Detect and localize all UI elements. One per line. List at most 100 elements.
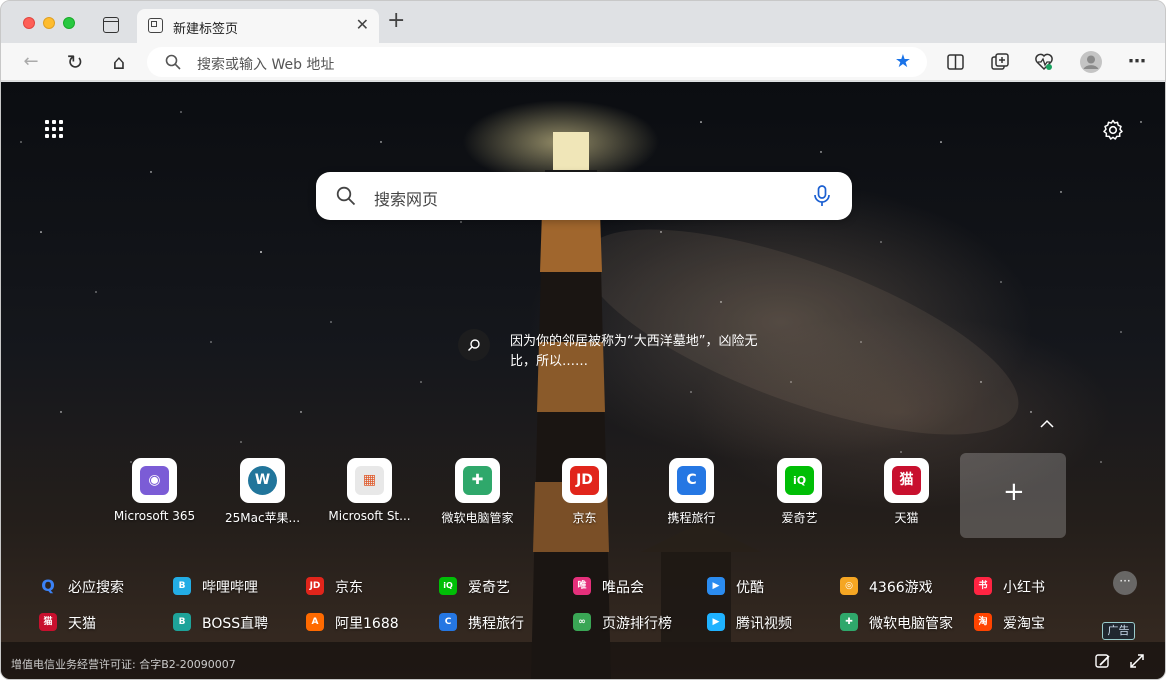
quick-link-tile: ◉ <box>132 458 177 503</box>
xiaohongshu-icon: 书 <box>974 577 992 595</box>
close-window-button[interactable] <box>23 17 35 29</box>
tmall-icon: 猫 <box>892 466 921 495</box>
zoom-window-button[interactable] <box>63 17 75 29</box>
home-button[interactable]: ⌂ <box>107 50 131 74</box>
link-label: 优酷 <box>736 580 764 596</box>
link-label: 唯品会 <box>602 580 644 596</box>
tab-actions-icon[interactable] <box>103 17 119 33</box>
app-launcher-icon[interactable] <box>45 120 65 140</box>
quick-link-25mac[interactable]: W 25Mac苹果... <box>209 452 316 538</box>
quick-link-pc-manager[interactable]: ✚ 微软电脑管家 <box>424 452 531 538</box>
new-tab-favicon-icon <box>148 18 163 33</box>
web-search-input[interactable]: 搜索网页 <box>374 186 438 210</box>
search-icon <box>165 54 181 70</box>
image-fact-text[interactable]: 因为你的邻居被称为“大西洋墓地”，凶险无比，所以…… <box>510 332 770 372</box>
favorite-star-icon[interactable]: ★ <box>895 51 911 72</box>
link-label: 携程旅行 <box>468 616 524 632</box>
quick-link-tile: ✚ <box>455 458 500 503</box>
tab-close-button[interactable]: ✕ <box>356 17 369 33</box>
customize-icon[interactable] <box>1095 653 1111 669</box>
collections-icon[interactable] <box>991 53 1009 71</box>
plus-icon: + <box>1003 477 1025 507</box>
link-label: 哔哩哔哩 <box>202 580 258 596</box>
bilibili-icon: B <box>173 577 191 595</box>
address-input[interactable]: 搜索或输入 Web 地址 <box>197 54 334 74</box>
link-label: 页游排行榜 <box>602 616 672 632</box>
quick-link-jd[interactable]: JD 京东 <box>531 452 638 538</box>
ctrip-icon: C <box>439 613 457 631</box>
license-text[interactable]: 增值电信业务经营许可证: 合字B2-20090007 <box>11 656 236 672</box>
jd-icon: JD <box>570 466 599 495</box>
toolbar: ← ↻ ⌂ 搜索或输入 Web 地址 ★ ⋯ <box>1 43 1165 81</box>
quick-link-label: 爱奇艺 <box>781 511 818 525</box>
tab-title: 新建标签页 <box>173 22 239 37</box>
quick-link-microsoft-365[interactable]: ◉ Microsoft 365 <box>101 452 208 538</box>
quick-link-label: 携程旅行 <box>667 511 716 525</box>
add-quick-link-button[interactable]: + <box>960 453 1066 538</box>
link-label: 小红书 <box>1003 580 1045 596</box>
quick-link-tile: JD <box>562 458 607 503</box>
quick-links: ◉ Microsoft 365 W 25Mac苹果... ▦ Microsoft… <box>101 452 1081 542</box>
quick-link-ctrip[interactable]: C 携程旅行 <box>638 452 745 538</box>
web-search-box[interactable]: 搜索网页 <box>316 172 852 220</box>
link-label: 天猫 <box>68 616 96 632</box>
back-button[interactable]: ← <box>19 50 43 74</box>
iqiyi-icon: iQ <box>439 577 457 595</box>
link-label: 阿里1688 <box>335 616 399 632</box>
jd-icon: JD <box>306 577 324 595</box>
quick-link-label: 25Mac苹果... <box>224 511 301 525</box>
link-label: 腾讯视频 <box>736 616 792 632</box>
quick-link-tile: C <box>669 458 714 503</box>
aitaobao-icon: 淘 <box>974 613 992 631</box>
search-icon <box>336 186 356 206</box>
tab-new-tab[interactable]: 新建标签页 ✕ <box>137 9 379 43</box>
split-screen-icon[interactable] <box>947 54 964 70</box>
chevron-up-icon[interactable] <box>1039 418 1055 430</box>
link-label: 京东 <box>335 580 363 596</box>
quick-link-tile: 猫 <box>884 458 929 503</box>
wordpress-icon: W <box>248 466 277 495</box>
refresh-button[interactable]: ↻ <box>63 50 87 74</box>
profile-avatar-icon[interactable] <box>1080 51 1102 73</box>
quick-link-tile: W <box>240 458 285 503</box>
quick-link-tile: ▦ <box>347 458 392 503</box>
settings-gear-icon[interactable] <box>1101 118 1125 142</box>
browser-window: 新建标签页 ✕ + ← ↻ ⌂ 搜索或输入 Web 地址 ★ ⋯ 搜索网页 因为… <box>0 0 1166 680</box>
link-label: 4366游戏 <box>869 580 933 596</box>
microsoft-store-icon: ▦ <box>355 466 384 495</box>
more-menu-button[interactable]: ⋯ <box>1125 50 1149 74</box>
heart-pulse-icon[interactable] <box>1035 53 1053 71</box>
quick-link-label: 微软电脑管家 <box>441 511 514 525</box>
vip-icon: 唯 <box>573 577 591 595</box>
tab-strip: 新建标签页 ✕ + <box>1 1 1165 43</box>
iqiyi-icon: iQ <box>785 466 814 495</box>
quick-link-label: 天猫 <box>894 511 919 525</box>
link-label: 爱奇艺 <box>468 580 510 596</box>
bing-search-icon: Q <box>41 576 55 595</box>
quick-link-tmall[interactable]: 猫 天猫 <box>853 452 960 538</box>
new-tab-page: 搜索网页 因为你的邻居被称为“大西洋墓地”，凶险无比，所以…… ◉ Micros… <box>1 82 1165 679</box>
pc-manager-icon: ✚ <box>463 466 492 495</box>
minimize-window-button[interactable] <box>43 17 55 29</box>
alibaba-1688-icon: A <box>306 613 324 631</box>
link-label: 爱淘宝 <box>1003 616 1045 632</box>
links-more-button[interactable]: ··· <box>1113 571 1137 595</box>
address-bar[interactable]: 搜索或输入 Web 地址 ★ <box>147 47 927 77</box>
link-label: 微软电脑管家 <box>869 616 953 632</box>
image-info-button[interactable] <box>458 329 490 361</box>
new-tab-button[interactable]: + <box>387 10 405 32</box>
microphone-icon[interactable] <box>812 185 832 207</box>
quick-link-iqiyi[interactable]: iQ 爱奇艺 <box>746 452 853 538</box>
quick-link-label: Microsoft St... <box>328 509 411 523</box>
game-ranking-icon: ∞ <box>573 613 591 631</box>
ad-badge[interactable]: 广告 <box>1102 622 1135 640</box>
magnifier-icon <box>468 339 480 351</box>
tmall-icon: 猫 <box>39 613 57 631</box>
youku-icon: ▶ <box>707 577 725 595</box>
link-label: 必应搜索 <box>68 580 124 596</box>
pc-manager-icon: ✚ <box>840 613 858 631</box>
expand-icon[interactable] <box>1129 653 1145 669</box>
quick-link-microsoft-store[interactable]: ▦ Microsoft St... <box>316 452 423 538</box>
boss-icon: B <box>173 613 191 631</box>
microsoft-365-icon: ◉ <box>140 466 169 495</box>
